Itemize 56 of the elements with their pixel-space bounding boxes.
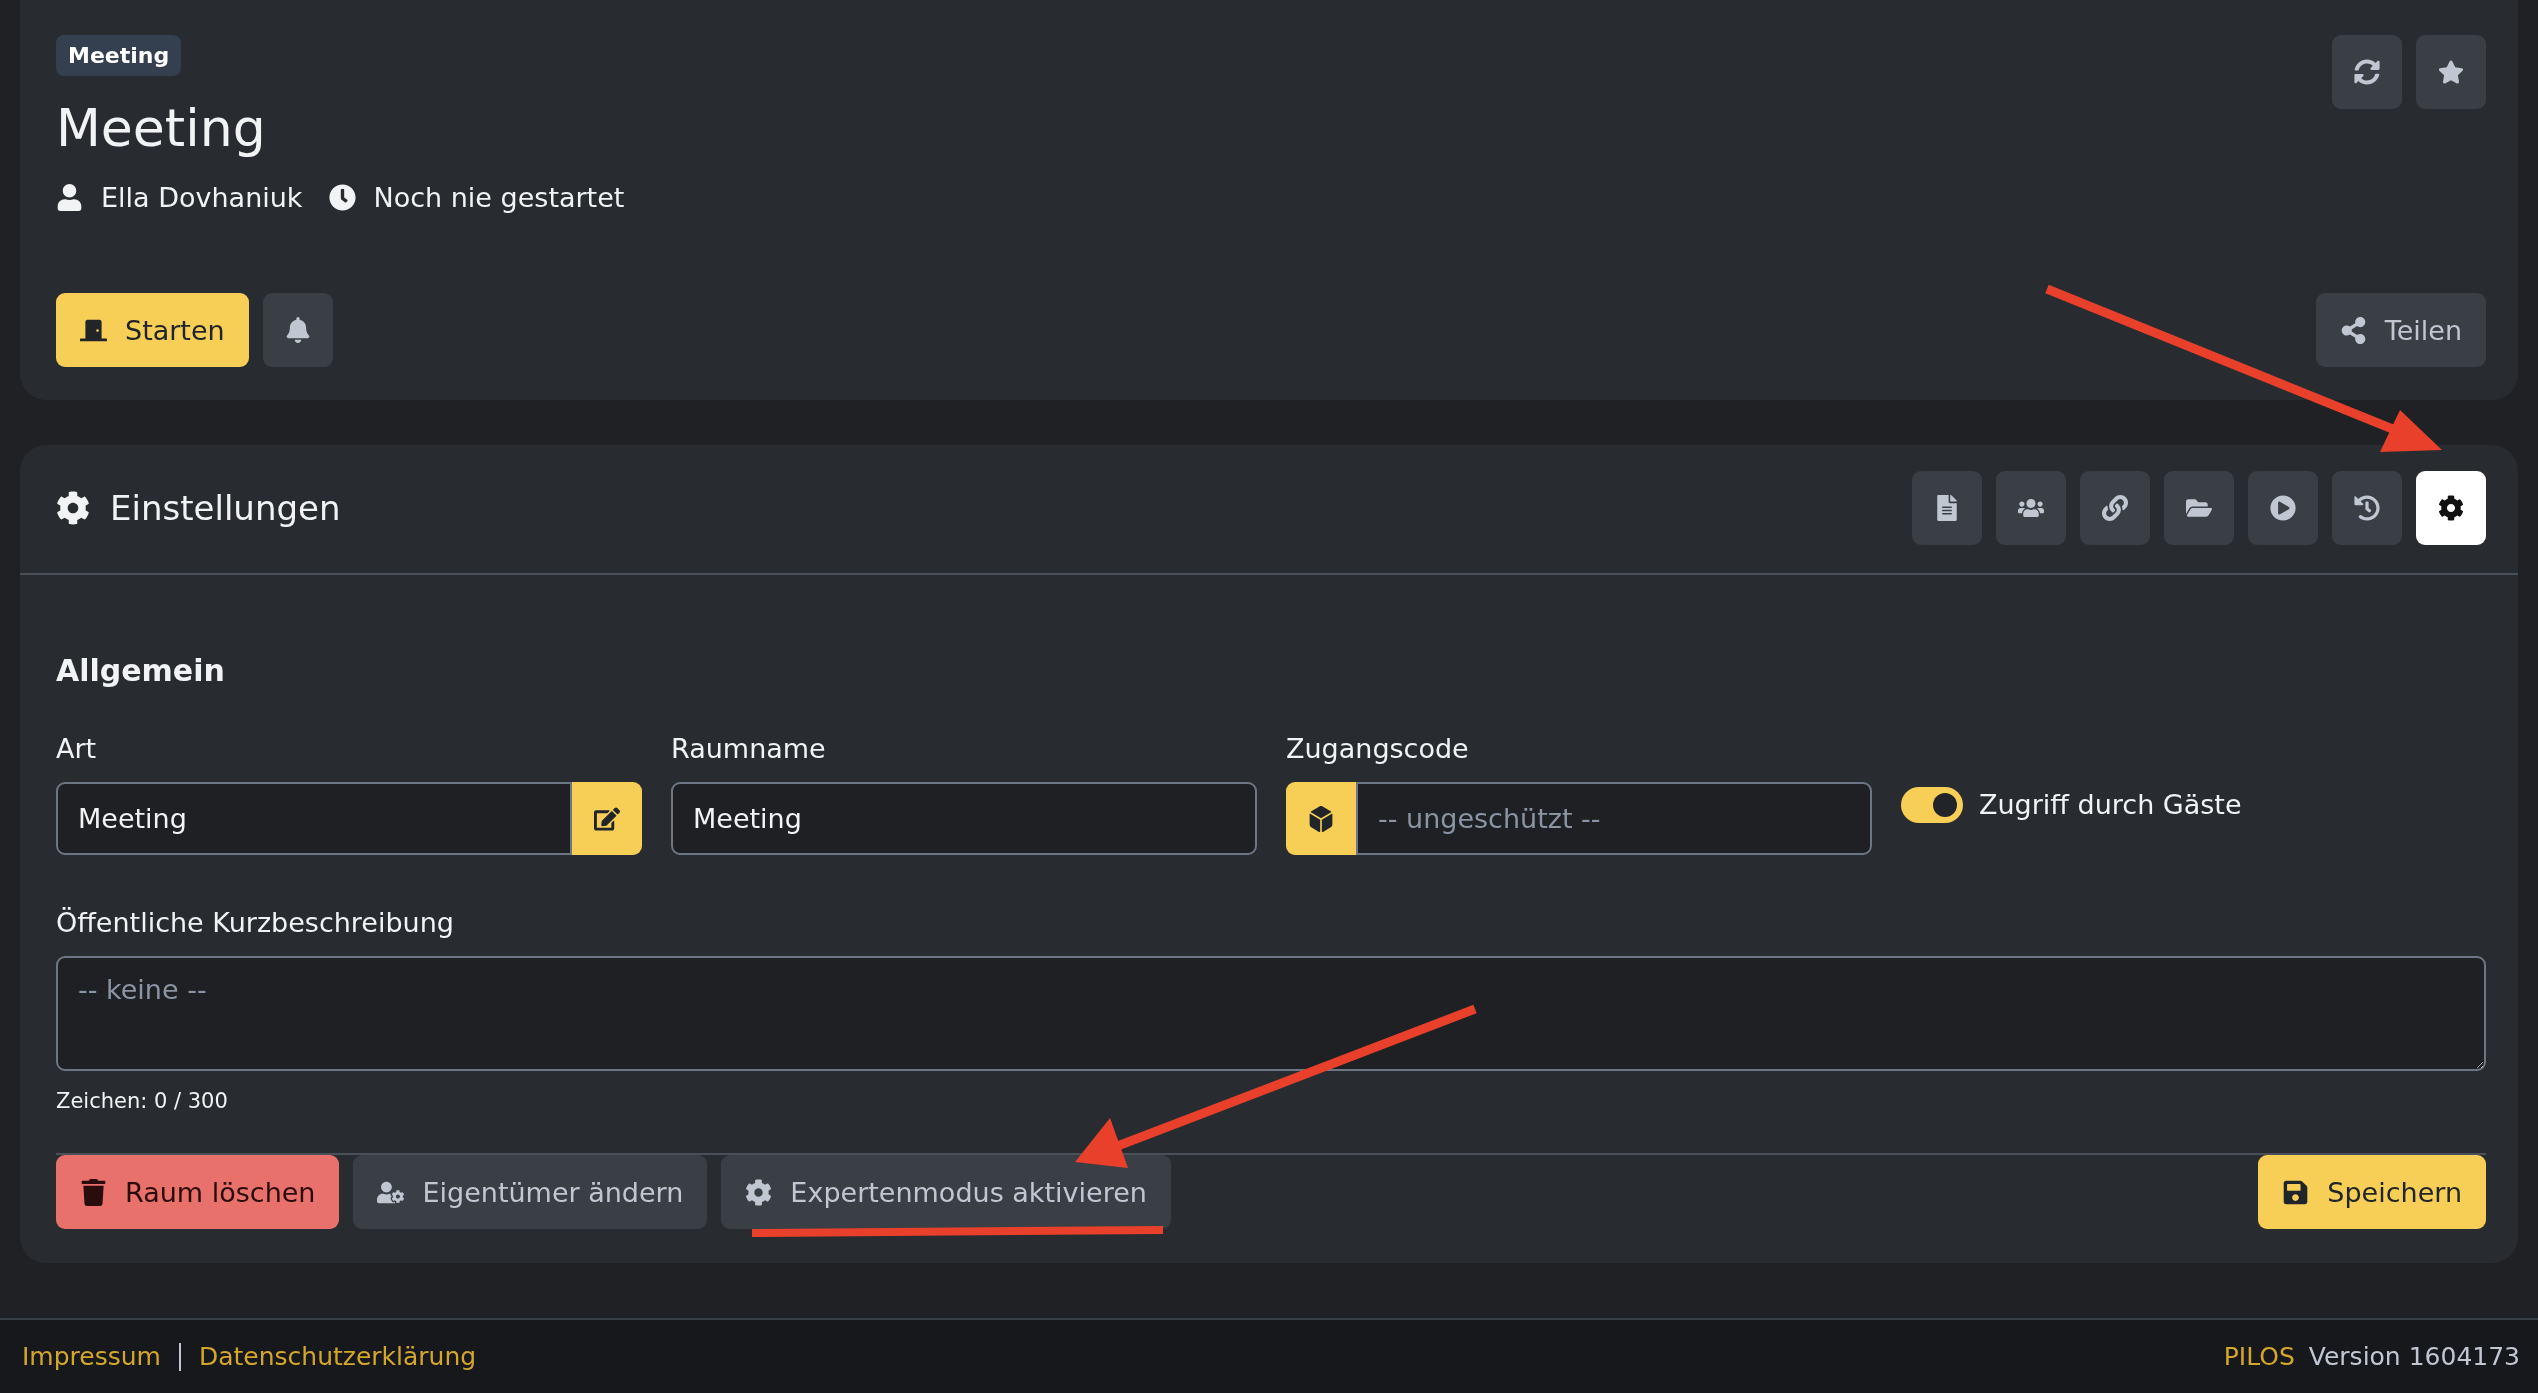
- version-text: Version 1604173: [2308, 1342, 2520, 1371]
- room-type-badge: Meeting: [56, 35, 182, 76]
- toggle-switch[interactable]: [1901, 786, 1963, 823]
- tab-button[interactable]: [2164, 471, 2234, 545]
- field-label: Raumname: [671, 733, 827, 764]
- generate-code-button[interactable]: [1286, 782, 1356, 855]
- section-heading: Allgemein: [56, 653, 226, 688]
- room-title: Meeting: [56, 98, 266, 158]
- reload-button[interactable]: [2332, 35, 2402, 109]
- save-icon: [2282, 1178, 2310, 1206]
- brand-link[interactable]: PILOS: [2223, 1342, 2295, 1371]
- description-field[interactable]: -- keine --: [56, 956, 2486, 1071]
- clock-icon: [328, 184, 356, 211]
- favorite-button[interactable]: [2416, 35, 2486, 109]
- tab-button[interactable]: [2416, 471, 2486, 545]
- save-button[interactable]: Speichern: [2258, 1155, 2486, 1229]
- trash-icon: [80, 1178, 107, 1206]
- tab-button[interactable]: [2248, 471, 2318, 545]
- edit-icon: [594, 805, 620, 832]
- settings-icon: [2438, 495, 2464, 521]
- dice-icon: [1308, 805, 1334, 832]
- notification-button[interactable]: [262, 293, 333, 367]
- reload-icon: [2354, 59, 2380, 85]
- delete-room-button[interactable]: Raum löschen: [56, 1155, 340, 1229]
- share-icon: [2339, 316, 2367, 344]
- input-field[interactable]: Meeting: [671, 782, 1257, 855]
- start-button[interactable]: Starten: [56, 293, 249, 367]
- user-icon: [56, 184, 83, 211]
- edit-button[interactable]: [572, 782, 642, 855]
- footer-link[interactable]: Impressum: [22, 1342, 161, 1371]
- share-button[interactable]: Teilen: [2315, 293, 2486, 367]
- play-icon: [2270, 495, 2296, 521]
- footer-link[interactable]: Datenschutzerklärung: [198, 1342, 477, 1371]
- expert-mode-button[interactable]: Expertenmodus aktivieren: [721, 1155, 1171, 1229]
- bell-icon: [284, 317, 311, 343]
- tab-button[interactable]: [2332, 471, 2402, 545]
- field-label: Öffentliche Kurzbeschreibung: [56, 907, 455, 938]
- change-owner-button[interactable]: Eigentümer ändern: [353, 1155, 708, 1229]
- link-icon: [2102, 495, 2128, 521]
- field-label: Zugangscode: [1286, 733, 1470, 764]
- history-icon: [2354, 495, 2380, 521]
- toggle-label: Zugriff durch Gäste: [1979, 789, 2242, 820]
- gear-icon: [56, 491, 90, 525]
- star-icon: [2438, 59, 2464, 85]
- gear-icon: [745, 1178, 773, 1206]
- character-counter: Zeichen: 0 / 300: [56, 1089, 229, 1113]
- document-icon: [1934, 495, 1960, 521]
- tab-button[interactable]: [1912, 471, 1982, 545]
- field-label: Art: [56, 733, 98, 764]
- last-started-text: Noch nie gestartet: [373, 182, 625, 213]
- input-field[interactable]: -- ungeschützt --: [1356, 782, 1872, 855]
- input-field[interactable]: Meeting: [56, 782, 572, 855]
- tab-button[interactable]: [2080, 471, 2150, 545]
- tab-button[interactable]: [1996, 471, 2066, 545]
- owner-name: Ella Dovhaniuk: [101, 182, 303, 213]
- settings-title: Einstellungen: [110, 488, 341, 528]
